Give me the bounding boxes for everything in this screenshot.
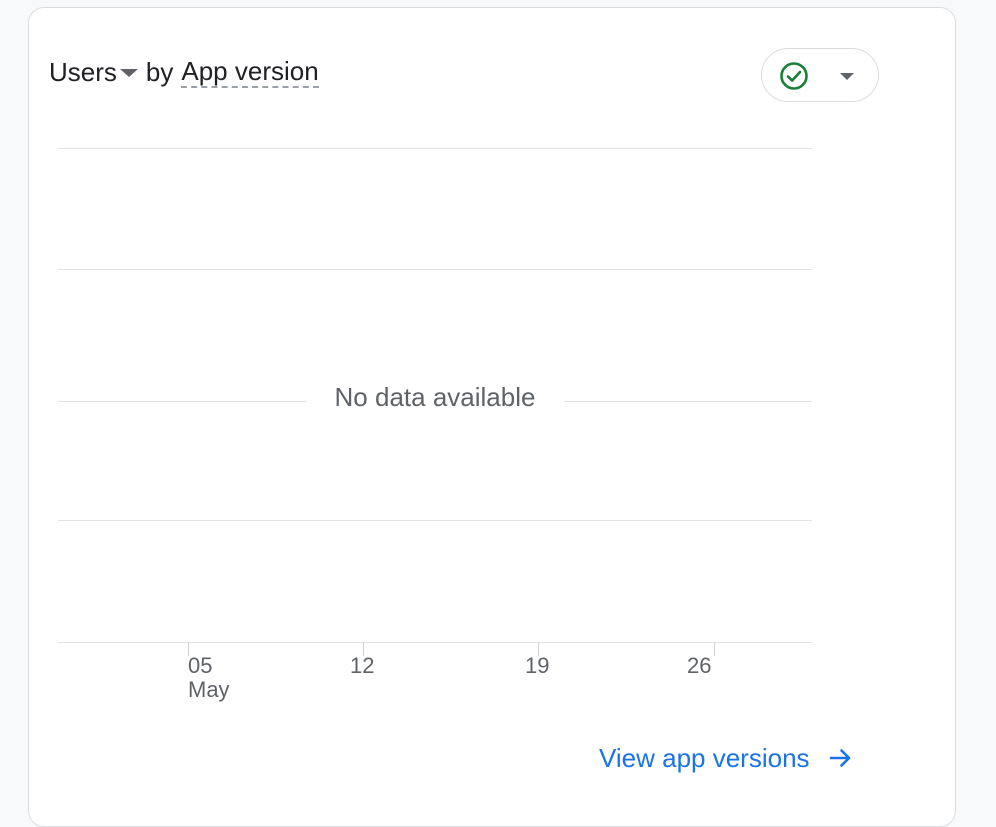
view-app-versions-link[interactable]: View app versions [599, 738, 854, 778]
caret-down-icon [119, 69, 138, 77]
x-tick-mark [714, 642, 715, 656]
check-circle-icon [780, 62, 808, 90]
chart-area: No data available 05 May 12 19 26 [58, 148, 812, 708]
x-tick-label: 12 [350, 653, 375, 678]
chevron-down-icon [840, 73, 854, 80]
no-data-message: No data available [306, 379, 564, 415]
x-axis-baseline [58, 642, 812, 643]
gridline [58, 269, 812, 270]
gridline [58, 148, 812, 149]
by-label: by [145, 56, 174, 87]
x-tick-label: 19 [525, 653, 550, 678]
arrow-right-icon [829, 749, 850, 767]
metric-label: Users [49, 56, 117, 87]
card-header: Users by App version [49, 52, 319, 92]
view-app-versions-label: View app versions [599, 742, 810, 773]
x-tick-label: 26 [687, 653, 712, 678]
x-tick-label-month: May [188, 677, 230, 702]
x-tick-label: 05 May [188, 654, 230, 702]
gridline [58, 520, 812, 521]
metric-selector[interactable]: Users [49, 57, 146, 88]
x-tick-label-day: 05 [188, 653, 213, 678]
status-dropdown-button[interactable] [761, 48, 879, 102]
dimension-selector[interactable]: App version [181, 56, 319, 88]
